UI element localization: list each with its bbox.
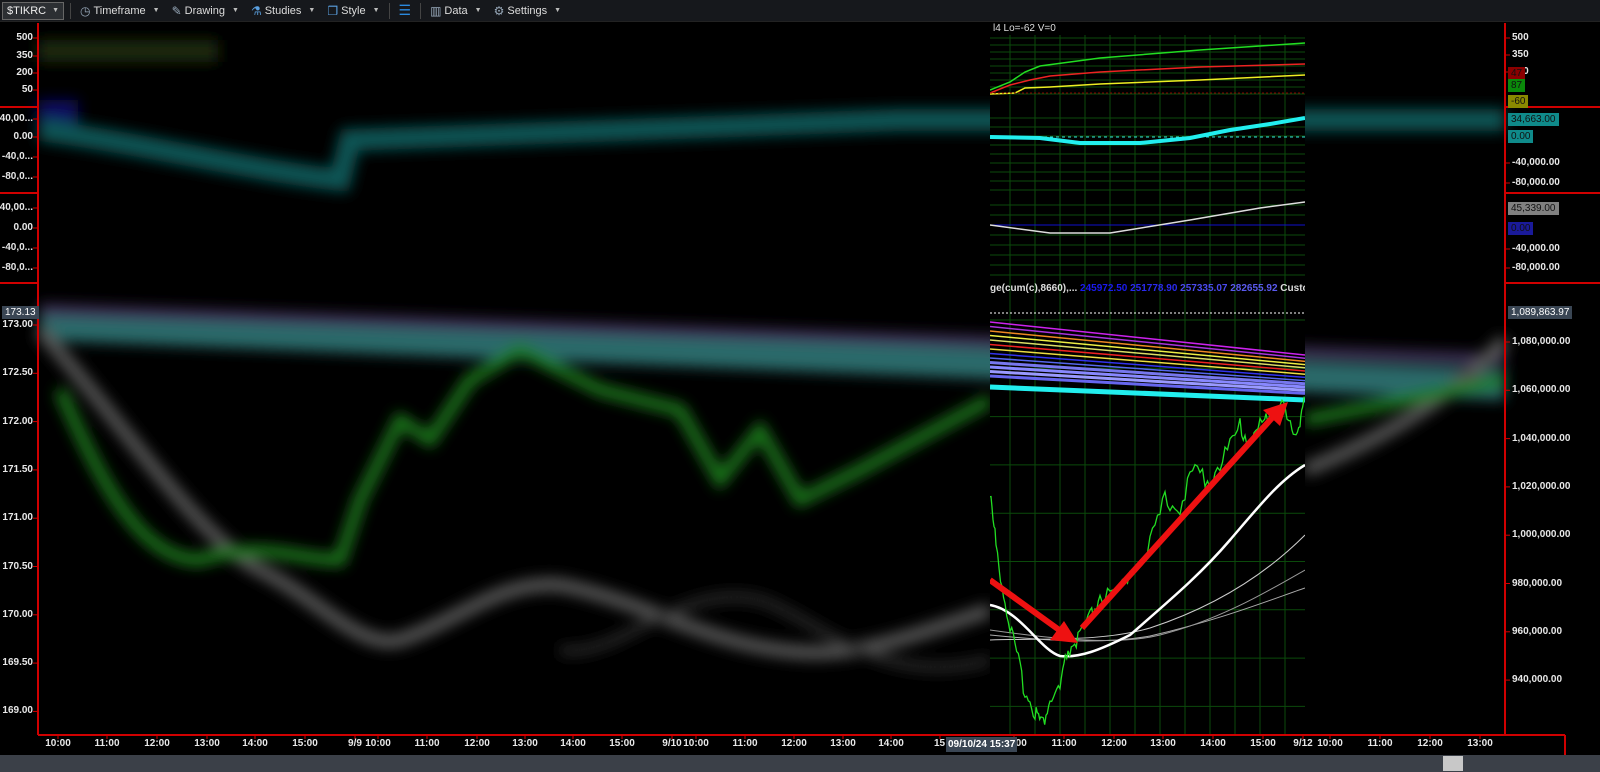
legend-study: ge(cum(c),8660),... — [990, 283, 1078, 294]
left-axis-label: 172.50 — [2, 367, 33, 379]
left-axis-label: 40,00... — [0, 202, 33, 213]
legend-value: 245972.50 — [1080, 283, 1128, 294]
cursor-time-tooltip: 09/10/24 15:37 — [946, 737, 1018, 752]
right-axis-label: 350 — [1512, 49, 1529, 60]
right-axis-label: -40,000.00 — [1512, 243, 1560, 254]
time-axis-label: 10:00 — [45, 738, 71, 749]
left-axis-label: 200 — [16, 67, 33, 78]
right-axis-label: -80,000.00 — [1512, 262, 1560, 273]
left-axis-label: -40,0... — [1, 242, 33, 253]
right-axis-label: 1,040,000.00 — [1512, 432, 1571, 444]
left-axis-label: 172.00 — [2, 415, 33, 427]
scrollbar-thumb[interactable] — [1443, 756, 1463, 771]
left-axis-label: 0.00 — [13, 222, 33, 233]
left-axis-label: 350 — [16, 50, 33, 61]
panel1-header: l4 Lo=-62 V=0 — [993, 23, 1056, 34]
right-axis-label: 1,060,000.00 — [1512, 384, 1571, 396]
legend-suffix: Custom 4 Li — [1280, 283, 1305, 294]
time-axis-label: 11:00 — [94, 738, 120, 749]
horizontal-scrollbar[interactable] — [0, 755, 1600, 772]
time-axis-label: 13:00 — [830, 738, 856, 749]
time-axis-label: 13:00 — [1467, 738, 1493, 749]
right-value-tag: 0.00 — [1508, 222, 1534, 235]
time-axis-label: 15:00 — [292, 738, 318, 749]
left-axis-label: 50 — [21, 84, 33, 95]
left-axis-label: -80,0... — [1, 262, 33, 273]
right-value-tag: 34,663.00 — [1508, 113, 1559, 126]
right-axis-label: -40,000.00 — [1512, 157, 1560, 168]
right-value-tag: 87 — [1508, 79, 1526, 92]
legend-value: 282655.92 — [1230, 283, 1278, 294]
left-axis-label: 40,00... — [0, 113, 33, 124]
time-axis-label: 12:00 — [464, 738, 490, 749]
time-axis-label: 12:00 — [1417, 738, 1443, 749]
time-axis-label: 14:00 — [1200, 738, 1226, 749]
time-axis-label: 10:00 — [365, 738, 391, 749]
visible-chart-window — [990, 23, 1305, 735]
time-axis-label: 12:00 — [144, 738, 170, 749]
right-axis-label: 940,000.00 — [1512, 674, 1563, 686]
time-axis-label: 10:00 — [1317, 738, 1343, 749]
chart-canvas[interactable] — [0, 0, 1600, 772]
right-axis-label: 1,080,000.00 — [1512, 336, 1571, 347]
right-value-tag: -60 — [1508, 95, 1529, 108]
time-axis-label: 11:00 — [1367, 738, 1393, 749]
time-axis-label: 9/12 — [1293, 738, 1313, 749]
time-axis-label: 15:00 — [609, 738, 635, 749]
right-axis-label: -80,000.00 — [1512, 177, 1560, 188]
time-axis-label: 12:00 — [781, 738, 807, 749]
legend-value: 251778.90 — [1130, 283, 1178, 294]
left-axis-label: 173.00 — [2, 319, 33, 330]
time-axis-label: 15:00 — [1250, 738, 1276, 749]
left-axis-label: 170.00 — [2, 608, 33, 620]
left-axis-label: 0.00 — [13, 131, 33, 142]
left-axis-label: -80,0... — [1, 171, 33, 182]
left-axis-label: 169.00 — [2, 705, 33, 717]
left-axis-label: 171.00 — [2, 512, 33, 524]
time-axis-label: 13:00 — [194, 738, 220, 749]
left-axis-label: 169.50 — [2, 657, 33, 669]
time-axis-label: 14:00 — [560, 738, 586, 749]
right-axis-label: 500 — [1512, 32, 1529, 43]
left-price-tag: 173.13 — [2, 306, 39, 319]
right-value-tag: 45,339.00 — [1508, 202, 1559, 215]
right-axis-label: 1,020,000.00 — [1512, 480, 1571, 492]
right-price-tag: 1,089,863.97 — [1508, 306, 1573, 319]
time-axis-label: 13:00 — [1150, 738, 1176, 749]
left-axis-label: -40,0... — [1, 151, 33, 162]
time-axis-label: 10:00 — [683, 738, 709, 749]
left-axis-label: 500 — [16, 32, 33, 43]
time-axis-label: 11:00 — [414, 738, 440, 749]
time-axis-label: 14:00 — [878, 738, 904, 749]
time-axis-label: 14:00 — [242, 738, 268, 749]
main-legend: ge(cum(c),8660),... 245972.50 251778.90 … — [990, 283, 1305, 294]
right-axis-label: 960,000.00 — [1512, 625, 1563, 637]
right-value-tag: 0.00 — [1508, 130, 1534, 143]
legend-value: 257335.07 — [1180, 283, 1228, 294]
time-axis-label: 13:00 — [512, 738, 538, 749]
right-axis-label: 980,000.00 — [1512, 577, 1563, 589]
time-axis-label: 11:00 — [732, 738, 758, 749]
left-axis-label: 171.50 — [2, 463, 33, 475]
time-axis-label: 11:00 — [1051, 738, 1077, 749]
left-axis-label: 170.50 — [2, 560, 33, 572]
time-axis-label: 12:00 — [1101, 738, 1127, 749]
right-axis-label: 1,000,000.00 — [1512, 529, 1571, 541]
